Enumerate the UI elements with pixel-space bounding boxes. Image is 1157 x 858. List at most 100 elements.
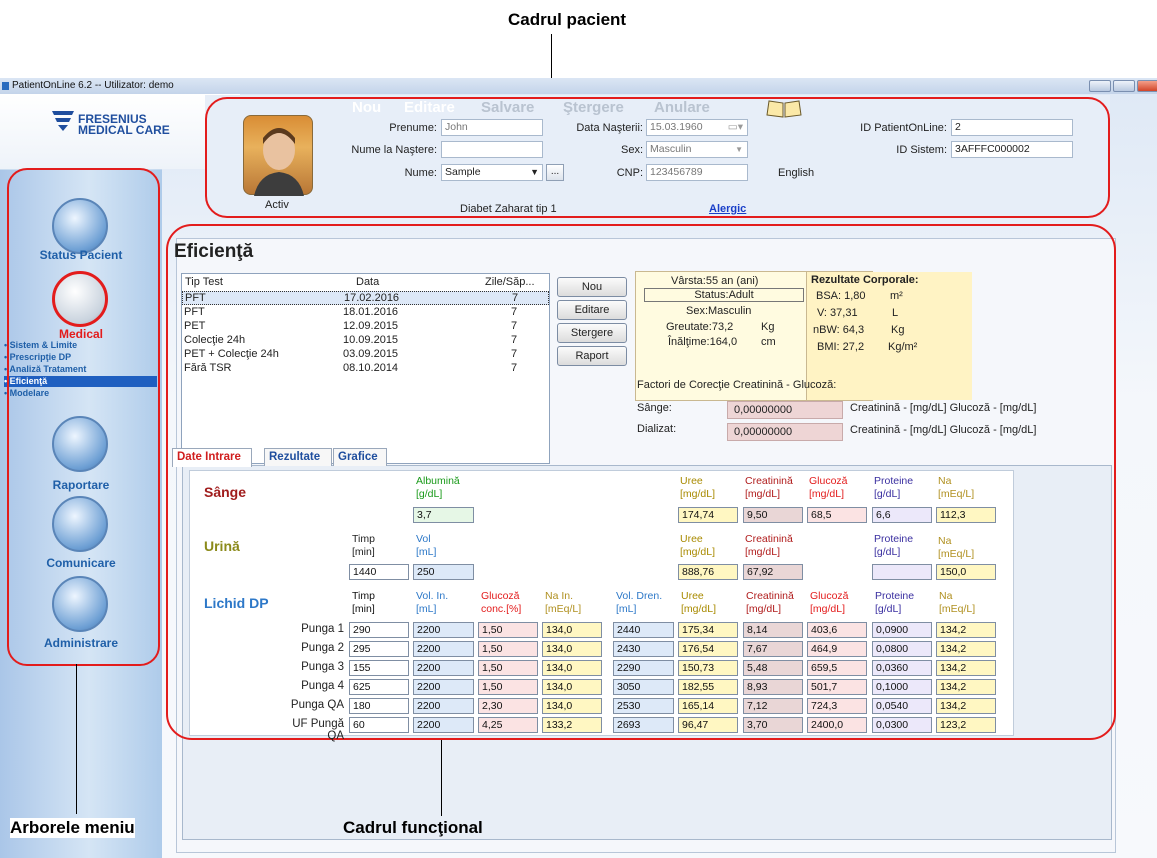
dp-cell[interactable]: 2290 bbox=[613, 660, 674, 676]
dp-col-header: Proteine bbox=[875, 590, 915, 602]
dp-cell[interactable]: 182,55 bbox=[678, 679, 738, 695]
patient-frame-highlight bbox=[205, 97, 1110, 218]
dp-cell[interactable]: 295 bbox=[349, 641, 409, 657]
dp-col-header: [mg/dL] bbox=[681, 603, 717, 615]
dp-cell[interactable]: 0,0360 bbox=[872, 660, 932, 676]
dp-cell[interactable]: 155 bbox=[349, 660, 409, 676]
dp-cell[interactable]: 1,50 bbox=[478, 641, 538, 657]
dp-col-header: [g/dL] bbox=[875, 603, 902, 615]
dp-cell[interactable]: 7,12 bbox=[743, 698, 803, 714]
dp-cell[interactable]: 2530 bbox=[613, 698, 674, 714]
dp-cell[interactable]: 0,0540 bbox=[872, 698, 932, 714]
dp-col-header: Vol. Dren. bbox=[616, 590, 663, 602]
dp-row-label: Punga 1 bbox=[301, 623, 344, 635]
dp-cell[interactable]: 176,54 bbox=[678, 641, 738, 657]
dp-cell[interactable]: 60 bbox=[349, 717, 409, 733]
dp-cell[interactable]: 403,6 bbox=[807, 622, 867, 638]
dp-col-header: Na bbox=[939, 590, 953, 602]
dp-cell[interactable]: 1,50 bbox=[478, 660, 538, 676]
dp-cell[interactable]: 2,30 bbox=[478, 698, 538, 714]
dp-cell[interactable]: 3,70 bbox=[743, 717, 803, 733]
dp-cell[interactable]: 501,7 bbox=[807, 679, 867, 695]
dp-cell[interactable]: 175,34 bbox=[678, 622, 738, 638]
dp-cell[interactable]: 123,2 bbox=[936, 717, 996, 733]
logo-text: FRESENIUS MEDICAL CARE bbox=[78, 113, 170, 137]
dp-cell[interactable]: 724,3 bbox=[807, 698, 867, 714]
dp-cell[interactable]: 0,0900 bbox=[872, 622, 932, 638]
maximize-button[interactable] bbox=[1113, 80, 1135, 92]
functional-frame-annotation: Cadrul funcţional bbox=[343, 818, 483, 837]
dp-cell[interactable]: 0,0800 bbox=[872, 641, 932, 657]
dp-col-header: [mg/dL] bbox=[810, 603, 846, 615]
dp-cell[interactable]: 134,0 bbox=[542, 698, 602, 714]
dp-col-header: Vol. In. bbox=[416, 590, 449, 602]
dp-col-header: [mg/dL] bbox=[746, 603, 782, 615]
dp-cell[interactable]: 1,50 bbox=[478, 622, 538, 638]
dp-cell[interactable]: 2200 bbox=[413, 660, 474, 676]
dp-cell[interactable]: 134,0 bbox=[542, 660, 602, 676]
close-button[interactable] bbox=[1137, 80, 1157, 92]
dp-cell[interactable]: 464,9 bbox=[807, 641, 867, 657]
dp-cell[interactable]: 180 bbox=[349, 698, 409, 714]
minimize-button[interactable] bbox=[1089, 80, 1111, 92]
dp-cell[interactable]: 2200 bbox=[413, 641, 474, 657]
dp-cell[interactable]: 2200 bbox=[413, 717, 474, 733]
app-window: PatientOnLine 6.2 -- Utilizator: demo FR… bbox=[0, 78, 1157, 858]
dp-cell[interactable]: 150,73 bbox=[678, 660, 738, 676]
logo-line2: MEDICAL CARE bbox=[78, 123, 170, 137]
dp-col-header: Creatinină bbox=[746, 590, 794, 602]
app-icon bbox=[2, 82, 9, 90]
dp-cell[interactable]: 134,2 bbox=[936, 698, 996, 714]
dp-col-header: conc.[%] bbox=[481, 603, 522, 615]
dp-col-header: Glucoză bbox=[481, 590, 520, 602]
dp-row-label: Punga QA bbox=[290, 699, 344, 711]
dp-cell[interactable]: 96,47 bbox=[678, 717, 738, 733]
dp-row-label: UF Pungă QA bbox=[292, 718, 344, 742]
dp-cell[interactable]: 134,2 bbox=[936, 622, 996, 638]
logo-area: FRESENIUS MEDICAL CARE bbox=[0, 94, 240, 169]
dp-cell[interactable]: 625 bbox=[349, 679, 409, 695]
dp-col-header: Timp bbox=[352, 590, 375, 602]
dp-col-header: Uree bbox=[681, 590, 704, 602]
dp-cell[interactable]: 133,2 bbox=[542, 717, 602, 733]
dp-col-header: Na In. bbox=[545, 590, 574, 602]
dp-cell[interactable]: 0,0300 bbox=[872, 717, 932, 733]
dp-cell[interactable]: 7,67 bbox=[743, 641, 803, 657]
dp-row-label: Punga 3 bbox=[301, 661, 344, 673]
menu-tree-annotation: Arborele meniu bbox=[10, 818, 135, 838]
fresenius-logo-icon bbox=[52, 111, 74, 131]
dp-cell[interactable]: 134,2 bbox=[936, 660, 996, 676]
dp-cell[interactable]: 2400,0 bbox=[807, 717, 867, 733]
dp-cell[interactable]: 134,0 bbox=[542, 622, 602, 638]
dp-col-header: [mEq/L] bbox=[939, 603, 976, 615]
dp-cell[interactable]: 2430 bbox=[613, 641, 674, 657]
dp-cell[interactable]: 3050 bbox=[613, 679, 674, 695]
dp-cell[interactable]: 2440 bbox=[613, 622, 674, 638]
dp-cell[interactable]: 165,14 bbox=[678, 698, 738, 714]
dp-cell[interactable]: 134,0 bbox=[542, 641, 602, 657]
dp-cell[interactable]: 2200 bbox=[413, 698, 474, 714]
dp-cell[interactable]: 2693 bbox=[613, 717, 674, 733]
dp-cell[interactable]: 134,0 bbox=[542, 679, 602, 695]
dp-cell[interactable]: 2200 bbox=[413, 679, 474, 695]
dp-cell[interactable]: 290 bbox=[349, 622, 409, 638]
dp-col-header: [mL] bbox=[416, 603, 437, 615]
dp-cell[interactable]: 0,1000 bbox=[872, 679, 932, 695]
dp-cell[interactable]: 8,93 bbox=[743, 679, 803, 695]
menu-tree-highlight bbox=[7, 168, 160, 666]
window-title: PatientOnLine 6.2 -- Utilizator: demo bbox=[12, 80, 174, 91]
dp-cell[interactable]: 659,5 bbox=[807, 660, 867, 676]
dp-cell[interactable]: 5,48 bbox=[743, 660, 803, 676]
window-titlebar: PatientOnLine 6.2 -- Utilizator: demo bbox=[0, 78, 1157, 94]
dp-col-header: [mEq/L] bbox=[545, 603, 582, 615]
dp-col-header: [mL] bbox=[616, 603, 637, 615]
patient-frame-annotation: Cadrul pacient bbox=[508, 10, 627, 29]
functional-frame-pointer bbox=[441, 740, 442, 816]
dp-cell[interactable]: 4,25 bbox=[478, 717, 538, 733]
dp-col-header: Glucoză bbox=[810, 590, 849, 602]
dp-cell[interactable]: 2200 bbox=[413, 622, 474, 638]
dp-cell[interactable]: 134,2 bbox=[936, 641, 996, 657]
dp-cell[interactable]: 1,50 bbox=[478, 679, 538, 695]
dp-cell[interactable]: 8,14 bbox=[743, 622, 803, 638]
dp-cell[interactable]: 134,2 bbox=[936, 679, 996, 695]
